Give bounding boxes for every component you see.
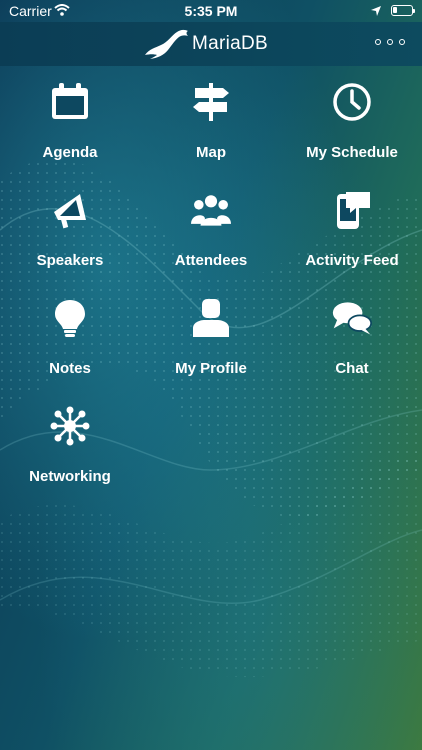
- menu-label: My Profile: [175, 360, 247, 377]
- person-icon: [191, 298, 231, 338]
- clock-icon: [332, 82, 372, 122]
- menu-tile-agenda[interactable]: Agenda: [0, 66, 140, 174]
- mariadb-logo: MariaDB: [144, 26, 284, 62]
- menu-label: Notes: [49, 360, 91, 377]
- battery-tip: [413, 9, 415, 13]
- menu-label: Attendees: [174, 252, 248, 269]
- status-bar: Carrier 5:35 PM: [0, 0, 422, 22]
- menu-tile-map[interactable]: Map: [141, 66, 281, 174]
- people-group-icon: [191, 190, 231, 230]
- menu-tile-activity-feed[interactable]: Activity Feed: [282, 174, 422, 282]
- menu-tile-my-profile[interactable]: My Profile: [141, 282, 281, 390]
- app-header: MariaDB: [0, 22, 422, 66]
- menu-tile-chat[interactable]: Chat: [282, 282, 422, 390]
- menu-tile-attendees[interactable]: Attendees: [141, 174, 281, 282]
- more-dot: [399, 39, 405, 45]
- brand-name: MariaDB: [192, 33, 269, 54]
- menu-tile-networking[interactable]: Networking: [0, 390, 140, 498]
- location-arrow-icon: [370, 4, 382, 20]
- lightbulb-icon: [50, 298, 90, 338]
- network-icon: [50, 406, 90, 446]
- menu-label: Networking: [29, 468, 111, 485]
- more-dot: [387, 39, 393, 45]
- menu-label: Speakers: [36, 252, 104, 269]
- menu-label: Chat: [335, 360, 369, 377]
- menu-tile-notes[interactable]: Notes: [0, 282, 140, 390]
- menu-label: Map: [196, 144, 226, 161]
- status-time: 5:35 PM: [184, 3, 238, 19]
- chat-bubbles-icon: [332, 298, 372, 338]
- menu-label: Activity Feed: [305, 252, 399, 269]
- menu-tile-my-schedule[interactable]: My Schedule: [282, 66, 422, 174]
- phone-chat-icon: [332, 190, 372, 230]
- menu-label: My Schedule: [306, 144, 398, 161]
- more-dots-icon: [375, 39, 381, 45]
- battery-icon: [391, 5, 413, 16]
- menu-tile-speakers[interactable]: Speakers: [0, 174, 140, 282]
- seal-logo-icon: [145, 29, 188, 59]
- megaphone-icon: [50, 190, 90, 230]
- calendar-icon: [50, 82, 90, 122]
- more-options-button[interactable]: [375, 36, 405, 48]
- signpost-icon: [191, 82, 231, 122]
- menu-label: Agenda: [42, 144, 98, 161]
